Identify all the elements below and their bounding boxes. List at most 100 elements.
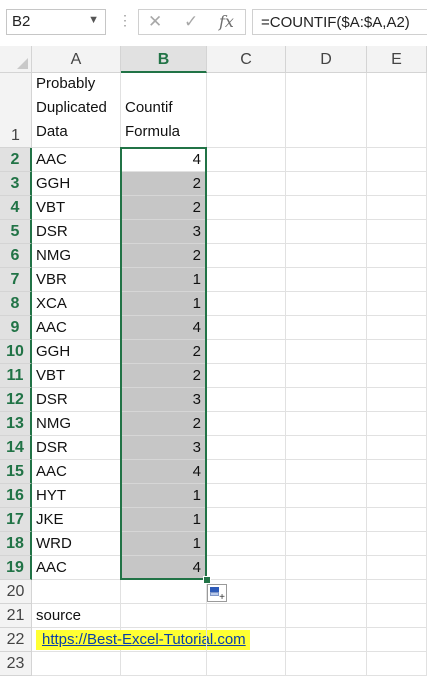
row-header-12[interactable]: 12 bbox=[0, 388, 32, 412]
cell-c5[interactable] bbox=[207, 220, 286, 244]
select-all-button[interactable] bbox=[0, 46, 32, 73]
cell-d16[interactable] bbox=[286, 484, 367, 508]
row-header-22[interactable]: 22 bbox=[0, 628, 32, 652]
cell-a19[interactable]: AAC bbox=[32, 556, 121, 580]
drag-handle-icon[interactable]: ⋮ bbox=[118, 12, 132, 29]
row-header-13[interactable]: 13 bbox=[0, 412, 32, 436]
cell-a22[interactable]: https://Best-Excel-Tutorial.com bbox=[32, 628, 250, 652]
chevron-down-icon[interactable]: ▼ bbox=[88, 14, 99, 26]
cell-b17[interactable]: 1 bbox=[121, 508, 207, 532]
row-header-20[interactable]: 20 bbox=[0, 580, 32, 604]
cell-a9[interactable]: AAC bbox=[32, 316, 121, 340]
cell-b21[interactable] bbox=[121, 604, 207, 628]
cell-a6[interactable]: NMG bbox=[32, 244, 121, 268]
cell-e7[interactable] bbox=[367, 268, 427, 292]
cell-b7[interactable]: 1 bbox=[121, 268, 207, 292]
cell-a20[interactable] bbox=[32, 580, 121, 604]
cell-a10[interactable]: GGH bbox=[32, 340, 121, 364]
row-header-15[interactable]: 15 bbox=[0, 460, 32, 484]
cell-c12[interactable] bbox=[207, 388, 286, 412]
cell-a15[interactable]: AAC bbox=[32, 460, 121, 484]
cell-d18[interactable] bbox=[286, 532, 367, 556]
cell-c14[interactable] bbox=[207, 436, 286, 460]
cell-e11[interactable] bbox=[367, 364, 427, 388]
cell-d7[interactable] bbox=[286, 268, 367, 292]
row-header-19[interactable]: 19 bbox=[0, 556, 32, 580]
cell-d2[interactable] bbox=[286, 148, 367, 172]
cell-a18[interactable]: WRD bbox=[32, 532, 121, 556]
cell-a21[interactable]: source bbox=[32, 604, 121, 628]
cell-e18[interactable] bbox=[367, 532, 427, 556]
cell-b3[interactable]: 2 bbox=[121, 172, 207, 196]
cell-c17[interactable] bbox=[207, 508, 286, 532]
cell-b18[interactable]: 1 bbox=[121, 532, 207, 556]
cell-d4[interactable] bbox=[286, 196, 367, 220]
cell-a11[interactable]: VBT bbox=[32, 364, 121, 388]
cell-c6[interactable] bbox=[207, 244, 286, 268]
cell-c22[interactable] bbox=[207, 628, 286, 652]
cell-c3[interactable] bbox=[207, 172, 286, 196]
cell-b14[interactable]: 3 bbox=[121, 436, 207, 460]
cell-e3[interactable] bbox=[367, 172, 427, 196]
cell-b19[interactable]: 4 bbox=[121, 556, 207, 580]
cell-c23[interactable] bbox=[207, 652, 286, 676]
cell-b10[interactable]: 2 bbox=[121, 340, 207, 364]
formula-text[interactable]: =COUNTIF($A:$A,A2) bbox=[261, 14, 410, 31]
cell-a4[interactable]: VBT bbox=[32, 196, 121, 220]
cell-c7[interactable] bbox=[207, 268, 286, 292]
cell-b13[interactable]: 2 bbox=[121, 412, 207, 436]
cell-e14[interactable] bbox=[367, 436, 427, 460]
cell-c2[interactable] bbox=[207, 148, 286, 172]
cell-e15[interactable] bbox=[367, 460, 427, 484]
cell-d17[interactable] bbox=[286, 508, 367, 532]
cell-e12[interactable] bbox=[367, 388, 427, 412]
row-header-9[interactable]: 9 bbox=[0, 316, 32, 340]
row-header-6[interactable]: 6 bbox=[0, 244, 32, 268]
cell-b16[interactable]: 1 bbox=[121, 484, 207, 508]
cell-d9[interactable] bbox=[286, 316, 367, 340]
name-box-value[interactable]: B2 bbox=[12, 13, 30, 30]
column-header-e[interactable]: E bbox=[367, 46, 427, 73]
cell-e21[interactable] bbox=[367, 604, 427, 628]
cell-b8[interactable]: 1 bbox=[121, 292, 207, 316]
row-header-23[interactable]: 23 bbox=[0, 652, 32, 676]
column-header-b[interactable]: B bbox=[121, 46, 207, 73]
cell-c9[interactable] bbox=[207, 316, 286, 340]
cell-a14[interactable]: DSR bbox=[32, 436, 121, 460]
cell-a12[interactable]: DSR bbox=[32, 388, 121, 412]
cell-b20[interactable] bbox=[121, 580, 207, 604]
cell-d14[interactable] bbox=[286, 436, 367, 460]
cell-b15[interactable]: 4 bbox=[121, 460, 207, 484]
cell-a7[interactable]: VBR bbox=[32, 268, 121, 292]
cell-d3[interactable] bbox=[286, 172, 367, 196]
row-header-1[interactable]: 1 bbox=[0, 73, 32, 148]
column-header-d[interactable]: D bbox=[286, 46, 367, 73]
cell-c1[interactable] bbox=[207, 73, 286, 148]
row-header-5[interactable]: 5 bbox=[0, 220, 32, 244]
cell-d6[interactable] bbox=[286, 244, 367, 268]
cell-d19[interactable] bbox=[286, 556, 367, 580]
cell-d12[interactable] bbox=[286, 388, 367, 412]
cell-e19[interactable] bbox=[367, 556, 427, 580]
cell-e23[interactable] bbox=[367, 652, 427, 676]
cell-d8[interactable] bbox=[286, 292, 367, 316]
cell-c19[interactable] bbox=[207, 556, 286, 580]
row-header-11[interactable]: 11 bbox=[0, 364, 32, 388]
enter-icon[interactable]: ✓ bbox=[184, 12, 198, 32]
cell-c21[interactable] bbox=[207, 604, 286, 628]
cell-c16[interactable] bbox=[207, 484, 286, 508]
cell-a16[interactable]: HYT bbox=[32, 484, 121, 508]
cell-d20[interactable] bbox=[286, 580, 367, 604]
cell-e17[interactable] bbox=[367, 508, 427, 532]
cell-c8[interactable] bbox=[207, 292, 286, 316]
cell-d11[interactable] bbox=[286, 364, 367, 388]
cell-e2[interactable] bbox=[367, 148, 427, 172]
cell-b9[interactable]: 4 bbox=[121, 316, 207, 340]
cell-b11[interactable]: 2 bbox=[121, 364, 207, 388]
cell-c15[interactable] bbox=[207, 460, 286, 484]
cell-e20[interactable] bbox=[367, 580, 427, 604]
cell-e9[interactable] bbox=[367, 316, 427, 340]
column-header-a[interactable]: A bbox=[32, 46, 121, 73]
row-header-14[interactable]: 14 bbox=[0, 436, 32, 460]
row-header-21[interactable]: 21 bbox=[0, 604, 32, 628]
